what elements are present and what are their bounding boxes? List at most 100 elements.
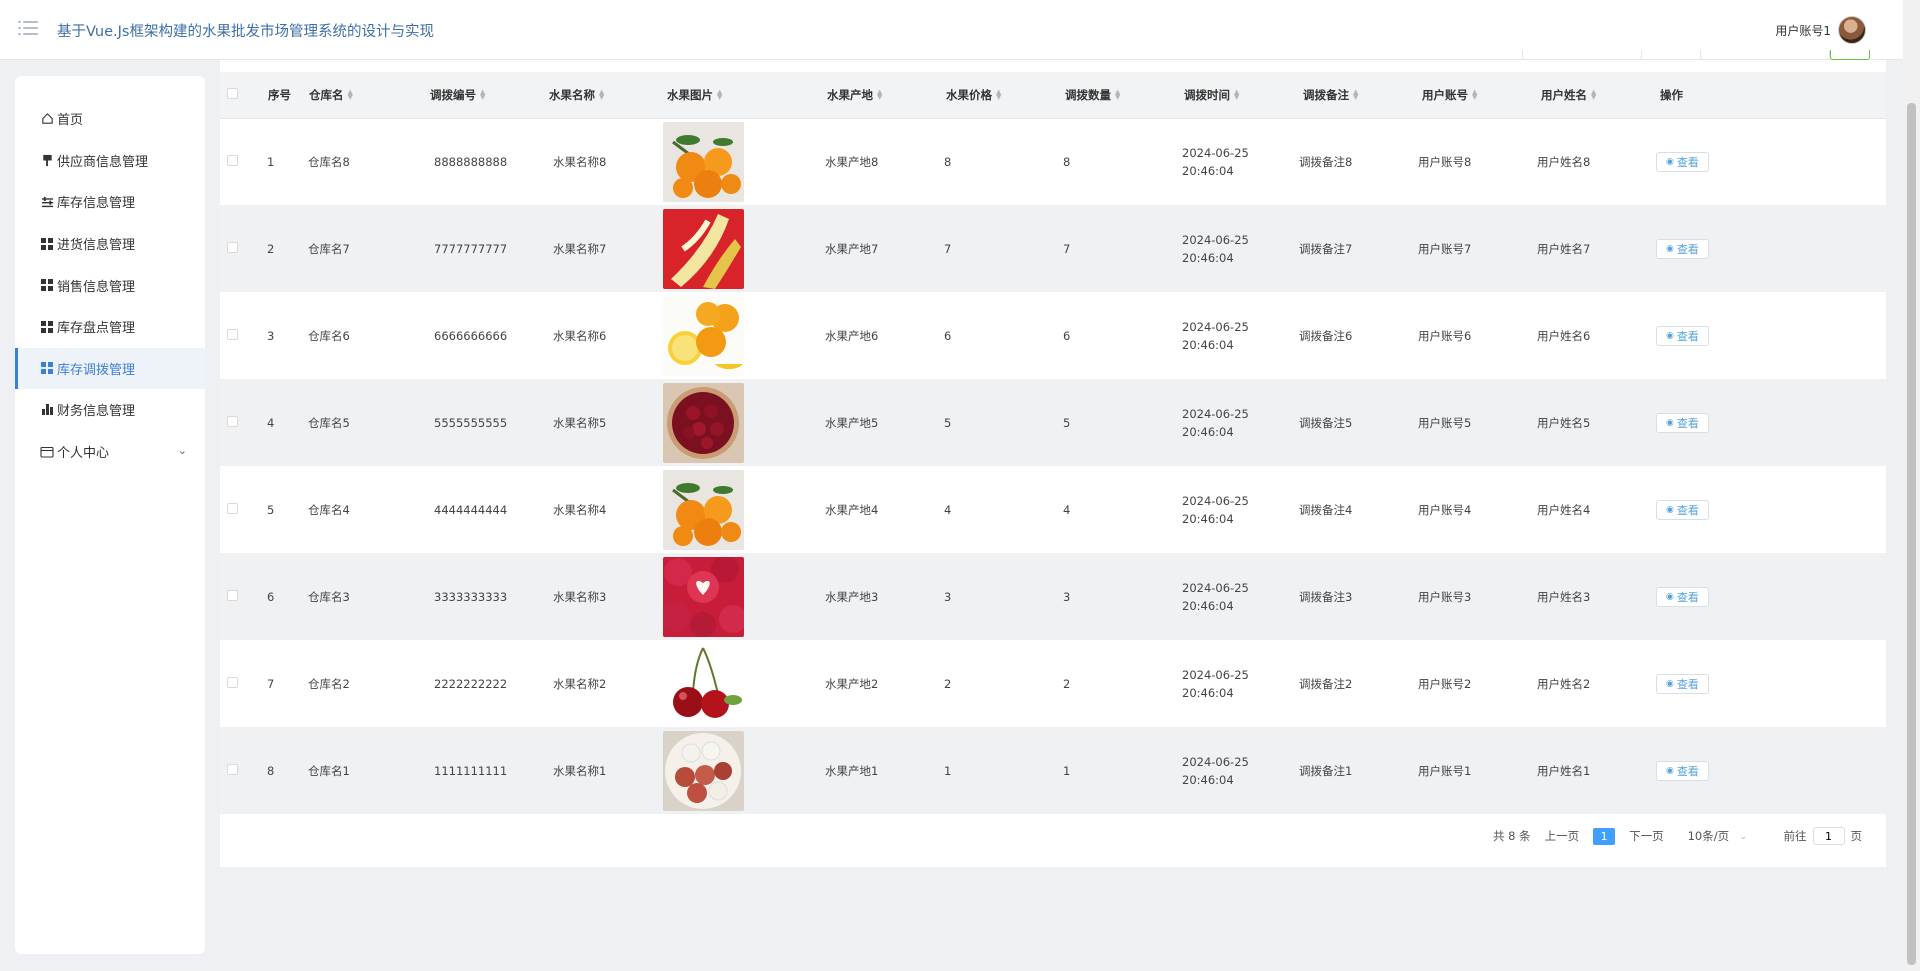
view-button[interactable]: ◉ 查看	[1656, 151, 1709, 172]
user-account-name[interactable]: 用户账号1	[1775, 22, 1831, 39]
grid-icon	[40, 320, 54, 334]
transfer-table: 序号 仓库名 ▲ ▼ 调拨编号 ▲ ▼ 水果名称 ▲ ▼ 水果图片 ▲ ▼ 水果产地 ▲ ▼ 水果价…	[220, 72, 1886, 814]
row-checkbox-cell[interactable]	[220, 379, 260, 466]
row-checkbox-cell[interactable]	[220, 118, 260, 205]
cell-account: 用户账号4	[1418, 502, 1472, 517]
row-checkbox[interactable]	[227, 676, 238, 688]
view-button[interactable]: ◉ 查看	[1656, 760, 1709, 781]
table-row[interactable]: 7 仓库名2 2222222222 水果名称2 水果产地2 2 2 2024-06-25 20…	[220, 640, 1886, 727]
view-button[interactable]: ◉ 查看	[1656, 412, 1709, 433]
col-header[interactable]: 调拨编号 ▲ ▼	[422, 72, 541, 119]
cell-actions: ◉ 查看	[1652, 553, 1886, 640]
row-checkbox-cell[interactable]	[220, 640, 260, 727]
fruit-image[interactable]	[663, 643, 744, 724]
cell-price: 1	[938, 727, 1057, 814]
cell-fruit-image	[659, 292, 819, 379]
cell-price: 8	[944, 154, 952, 169]
view-button[interactable]: ◉ 查看	[1656, 238, 1709, 259]
table-row[interactable]: 8 仓库名1 1111111111 水果名称1 水果产地1 1 1 2024-06-25 20…	[220, 727, 1886, 814]
sidebar-item-label: 库存盘点管理	[57, 321, 136, 337]
sidebar-item-transfer[interactable]: 库存调拨管理	[15, 347, 205, 390]
sidebar-item-label: 销售信息管理	[57, 279, 136, 295]
view-button[interactable]: ◉ 查看	[1656, 499, 1709, 520]
fruit-image[interactable]	[663, 208, 744, 289]
table-row[interactable]: 4 仓库名5 5555555555 水果名称5 水果产地5 5 5 2024-06-25 20…	[220, 379, 1886, 466]
cell-actions: ◉ 查看	[1652, 118, 1886, 205]
cell-actions: ◉ 查看	[1652, 466, 1886, 553]
col-header[interactable]: 仓库名 ▲ ▼	[301, 72, 422, 119]
row-checkbox-cell[interactable]	[220, 727, 260, 814]
view-button[interactable]: ◉ 查看	[1656, 325, 1709, 346]
prev-page-button[interactable]: 上一页	[1545, 828, 1580, 844]
sidebar-item-inventory[interactable]: 库存信息管理	[15, 181, 205, 223]
col-header[interactable]: 水果价格 ▲ ▼	[938, 72, 1057, 119]
eye-icon: ◉	[1666, 243, 1674, 254]
col-header[interactable]: 用户姓名 ▲ ▼	[1533, 72, 1652, 119]
sidebar-item-supplier[interactable]: 供应商信息管理	[15, 140, 205, 182]
cell-actions: ◉ 查看	[1652, 205, 1886, 292]
table-row[interactable]: 2 仓库名7 7777777777 水果名称7 水果产地7 7 7 2024-06-25 20…	[220, 205, 1886, 292]
col-header[interactable]: 调拨时间 ▲ ▼	[1176, 72, 1295, 119]
sidebar-item-finance[interactable]: 财务信息管理	[15, 389, 205, 431]
user-menu[interactable]: 用户账号1	[1775, 16, 1866, 44]
cell-actions: ◉ 查看	[1652, 727, 1886, 814]
cell-price: 4	[944, 502, 952, 517]
view-button[interactable]: ◉ 查看	[1656, 673, 1709, 694]
col-header[interactable]: 调拨备注 ▲ ▼	[1295, 72, 1414, 119]
col-header[interactable]: 水果产地 ▲ ▼	[819, 72, 938, 119]
row-checkbox[interactable]	[227, 154, 238, 166]
fruit-image[interactable]	[663, 121, 744, 202]
fruit-image[interactable]	[663, 469, 744, 550]
col-header[interactable]: 用户账号 ▲ ▼	[1414, 72, 1533, 119]
cell-fruit-name: 水果名称1	[541, 727, 659, 814]
fruit-image[interactable]	[663, 730, 744, 811]
fruit-image[interactable]	[663, 382, 744, 463]
scrollbar-thumb[interactable]	[1907, 103, 1916, 965]
sidebar-item-purchase[interactable]: 进货信息管理	[15, 223, 205, 265]
col-header[interactable]: 调拨数量 ▲ ▼	[1057, 72, 1176, 119]
cell-fruit-image	[659, 379, 819, 466]
row-checkbox[interactable]	[227, 328, 238, 340]
row-checkbox[interactable]	[227, 415, 238, 427]
fruit-image[interactable]	[663, 295, 744, 376]
row-checkbox-cell[interactable]	[220, 466, 260, 553]
fruit-image[interactable]	[663, 556, 744, 637]
sidebar-item-home[interactable]: 首页	[15, 98, 205, 140]
page-size-select[interactable]: 10条/页 ⌄	[1688, 828, 1748, 844]
table-row[interactable]: 1 仓库名8 8888888888 水果名称8 水果产地8 8 8 2024-06-25 20…	[220, 118, 1886, 205]
row-checkbox-cell[interactable]	[220, 292, 260, 379]
table-row[interactable]: 6 仓库名3 3333333333 水果名称3 水果产地3 3 3 2024-06-25 20…	[220, 553, 1886, 640]
row-checkbox-cell[interactable]	[220, 553, 260, 640]
table-row[interactable]: 5 仓库名4 4444444444 水果名称4 水果产地4 4 4 2024-06-25 20…	[220, 466, 1886, 553]
row-checkbox[interactable]	[227, 763, 238, 775]
sidebar-item-sales[interactable]: 销售信息管理	[15, 264, 205, 306]
page-jump-input[interactable]	[1812, 827, 1845, 845]
sidebar-item-stocktake[interactable]: 库存盘点管理	[15, 306, 205, 348]
eye-icon: ◉	[1666, 504, 1674, 515]
cell-warehouse: 仓库名1	[301, 727, 422, 814]
page-scrollbar[interactable]	[1903, 0, 1920, 971]
search-field-edge[interactable]	[1700, 50, 1830, 60]
table-row[interactable]: 3 仓库名6 6666666666 水果名称6 水果产地6 6 6 2024-06-25 20…	[220, 292, 1886, 379]
search-button-edge[interactable]	[1830, 50, 1870, 60]
row-checkbox[interactable]	[227, 502, 238, 514]
select-all-checkbox[interactable]	[227, 87, 238, 99]
view-button[interactable]: ◉ 查看	[1656, 586, 1709, 607]
sidebar-item-label: 进货信息管理	[57, 238, 136, 254]
current-page-button[interactable]: 1	[1593, 827, 1616, 845]
wallet-icon	[40, 445, 54, 459]
row-checkbox-cell[interactable]	[220, 205, 260, 292]
cell-username: 用户姓名7	[1533, 205, 1652, 292]
chevron-down-icon[interactable]: ⌄	[178, 444, 187, 457]
sidebar-item-profile[interactable]: 个人中心 ⌄	[15, 431, 205, 473]
col-header[interactable]: 水果名称 ▲ ▼	[541, 72, 659, 119]
col-header[interactable]: 水果图片 ▲ ▼	[659, 72, 819, 119]
row-checkbox[interactable]	[227, 241, 238, 253]
flag-icon	[40, 153, 54, 167]
search-field-edge[interactable]	[1522, 50, 1642, 60]
next-page-button[interactable]: 下一页	[1629, 828, 1664, 844]
menu-toggle-icon[interactable]	[18, 20, 42, 40]
avatar[interactable]	[1838, 16, 1866, 44]
cell-transfer-code: 2222222222	[434, 676, 508, 691]
row-checkbox[interactable]	[227, 589, 238, 601]
